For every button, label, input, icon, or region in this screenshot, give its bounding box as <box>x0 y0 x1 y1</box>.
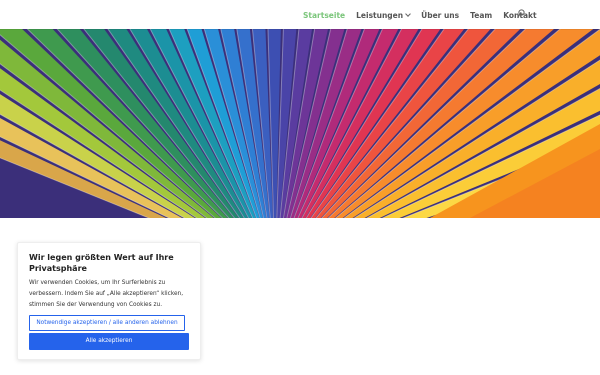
main-nav: Startseite Leistungen Über uns Team Kont… <box>303 9 548 21</box>
chevron-down-icon <box>405 11 411 17</box>
color-fan-illustration <box>0 29 600 218</box>
cookie-text: Wir verwenden Cookies, um Ihr Surferlebn… <box>29 280 184 308</box>
nav-label: Über uns <box>421 10 460 20</box>
nav-label: Team <box>470 10 493 20</box>
cookie-title: Wir legen größten Wert auf Ihre Privatsp… <box>29 253 174 273</box>
cookie-banner: Wir legen größten Wert auf Ihre Privatsp… <box>17 242 201 360</box>
accept-all-cookies-button[interactable]: Alle akzeptieren <box>29 333 189 350</box>
hero-image <box>0 29 600 218</box>
nav-item-team[interactable]: Team <box>470 11 492 20</box>
nav-label: Leistungen <box>356 10 404 20</box>
nav-item-leistungen[interactable]: Leistungen <box>356 10 411 20</box>
nav-item-ueber-uns[interactable]: Über uns <box>421 11 459 20</box>
nav-item-startseite[interactable]: Startseite <box>303 11 345 20</box>
site-header: Startseite Leistungen Über uns Team Kont… <box>0 0 600 29</box>
reject-optional-cookies-button[interactable]: Notwendige akzeptieren / alle anderen ab… <box>29 315 185 331</box>
nav-label: Startseite <box>303 10 346 20</box>
search-icon[interactable] <box>517 9 525 19</box>
